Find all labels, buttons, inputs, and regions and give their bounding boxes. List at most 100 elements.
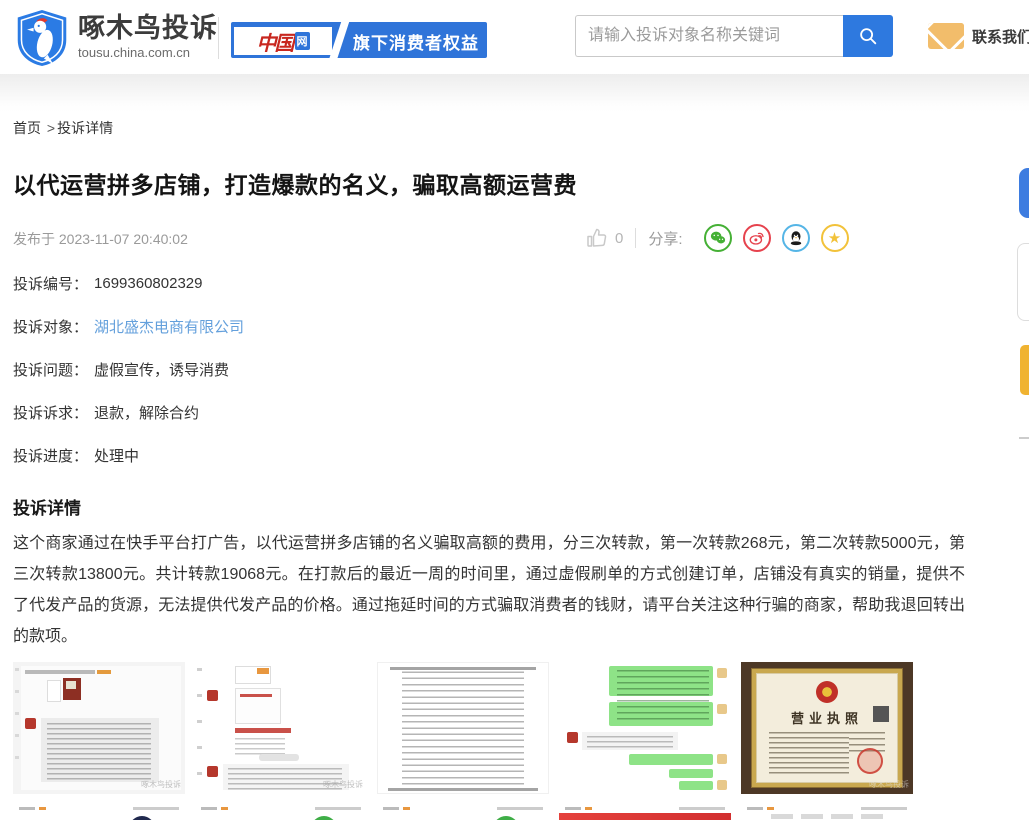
chat-avatar [25,718,36,729]
field-value: 处理中 [94,445,139,466]
inline-image [47,680,61,702]
chat-avatar [207,766,218,777]
phone-status-bar [747,807,907,811]
attachment-phone-screenshot[interactable] [13,804,185,820]
china-net-logo: 中国 网 [234,27,332,55]
complaint-detail-page: 啄木鸟投诉 tousu.china.com.cn 中国 网 旗下消费者权益保护平… [0,0,1029,820]
field-label: 投诉诉求： [13,402,88,423]
china-net-brand-sub: 网 [295,32,310,50]
search-input[interactable] [575,15,843,57]
green-bubble [629,754,713,765]
timestamp-pill [259,754,299,761]
breadcrumb-home-link[interactable]: 首页 [13,120,41,136]
field-value: 退款，解除合约 [94,402,199,423]
chat-avatar [717,704,727,714]
floating-widget-box[interactable] [1017,243,1029,321]
attachment-phone-screenshot[interactable] [559,804,731,820]
red-banner [559,813,731,820]
field-label: 投诉对象： [13,316,88,337]
field-label: 投诉问题： [13,359,88,380]
attachment-transfer-list-screenshot[interactable] [377,662,549,794]
complaint-target-link[interactable]: 湖北盛杰电商有限公司 [94,316,244,337]
chat-avatar [717,668,727,678]
search-icon [857,25,879,47]
chat-avatar [717,754,727,764]
site-domain: tousu.china.com.cn [78,45,218,60]
woodpecker-shield-logo-icon[interactable] [14,8,70,68]
field-value: 1699360802329 [94,275,202,292]
attachment-chat-images-screenshot[interactable]: 啄木鸟投诉 [195,662,367,794]
red-seal-stamp [857,748,883,774]
favorite-star-icon[interactable]: ★ [821,224,849,252]
license-frame: 营业执照 [751,668,903,788]
chat-text-block [41,718,159,782]
national-emblem-icon [816,681,838,703]
weibo-share-icon[interactable] [743,224,771,252]
qr-code [873,706,889,722]
search-button[interactable] [843,15,893,57]
detail-text: 这个商家通过在快手平台打广告，以代运营拼多店铺的名义骗取高额的费用，分三次转款，… [13,528,965,652]
field-label: 投诉编号： [13,273,88,294]
phone-status-bar [565,807,725,811]
china-net-brand-main: 中国 [257,27,293,56]
attachment-phone-screenshot[interactable] [741,804,913,820]
contact-us[interactable]: 联系我们: t [928,23,1029,49]
avatar-circle [311,816,337,820]
chat-avatar [717,780,727,790]
red-caption-line [235,728,291,733]
field-label: 投诉进度： [13,445,88,466]
thumbs-up-icon [585,226,609,250]
header-divider [218,17,219,59]
detail-section-heading: 投诉详情 [13,494,81,519]
chat-avatar [207,690,218,701]
floating-widget-yellow[interactable] [1020,345,1029,395]
search-bar [575,15,893,59]
chat-text-block [582,732,678,750]
chat-text-block [223,764,349,790]
complaint-fields: 投诉编号： 1699360802329 投诉对象： 湖北盛杰电商有限公司 投诉问… [13,262,963,477]
contact-label: 联系我们: t [972,26,1029,47]
envelope-icon [928,23,964,49]
breadcrumb-current: 投诉详情 [57,120,113,136]
attachment-phone-screenshot[interactable] [377,804,549,820]
site-header: 啄木鸟投诉 tousu.china.com.cn 中国 网 旗下消费者权益保护平… [0,0,1029,74]
green-bubble [679,781,713,790]
phone-status-bar [19,807,179,811]
logo-text[interactable]: 啄木鸟投诉 tousu.china.com.cn [78,13,218,60]
site-name: 啄木鸟投诉 [78,13,218,43]
inline-image [63,678,81,700]
attachment-wechat-chat-screenshot[interactable] [559,662,731,794]
meta-row: 发布于 2023-11-07 20:40:02 0 分享: [13,224,963,254]
attachment-business-license-photo[interactable]: 营业执照 啄木鸟投诉 [741,662,913,794]
transaction-rows [402,669,524,787]
field-value: 虚假宣传，诱导消费 [94,359,229,380]
bubble-text-lines [617,670,709,720]
floating-complaint-button[interactable] [1019,168,1029,218]
wechat-share-icon[interactable] [704,224,732,252]
field-complaint-problem: 投诉问题： 虚假宣传，诱导消费 [13,348,963,391]
page-text-lines [771,814,883,819]
floating-widget-line [1019,437,1029,439]
attachment-chat-log-screenshot[interactable]: 啄木鸟投诉 [13,662,185,794]
complaint-title: 以代运营拼多店铺，打造爆款的名义，骗取高额运营费 [13,166,577,200]
avatar-circle [129,816,155,820]
like-count: 0 [615,230,623,247]
avatar-circle [493,816,519,820]
field-complaint-number: 投诉编号： 1699360802329 [13,262,963,305]
breadcrumb: 首页 >投诉详情 [13,118,113,138]
badge-tagline: 旗下消费者权益保护平台 [353,29,487,58]
breadcrumb-separator: > [47,120,55,136]
chat-header-line [25,670,95,674]
like-share-bar: 0 分享: [585,224,849,252]
chat-header-accent [97,670,111,674]
qq-share-icon[interactable] [782,224,810,252]
phone-status-bar [201,807,361,811]
field-complaint-target: 投诉对象： 湖北盛杰电商有限公司 [13,305,963,348]
field-complaint-progress: 投诉进度： 处理中 [13,434,963,477]
divider [635,228,636,248]
like-button[interactable] [585,226,609,250]
attachment-phone-screenshot[interactable] [195,804,367,820]
scroll-rail [15,668,19,778]
inline-image [235,666,271,684]
field-complaint-demand: 投诉诉求： 退款，解除合约 [13,391,963,434]
